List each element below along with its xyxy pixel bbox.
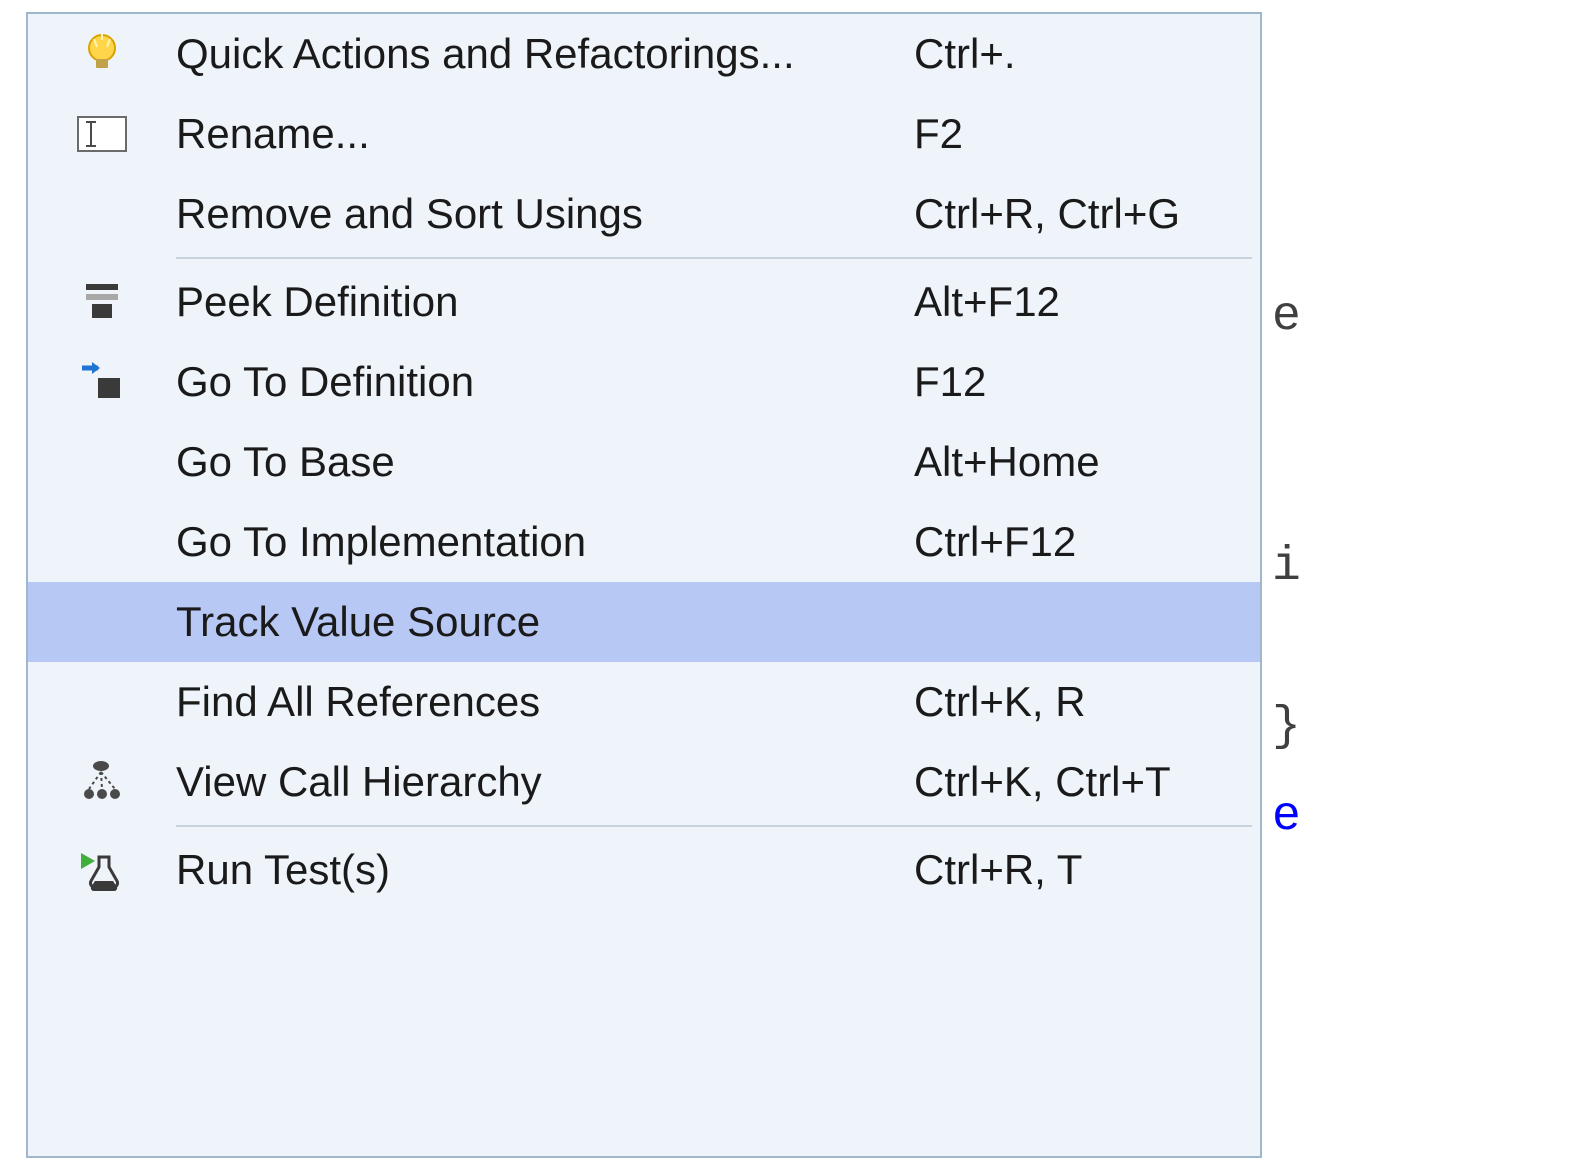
peek-definition-icon: [28, 262, 176, 342]
menu-item-shortcut: F2: [914, 110, 1260, 158]
editor-context-menu[interactable]: Quick Actions and Refactorings... Ctrl+.…: [26, 12, 1262, 1158]
menu-item-label: Go To Definition: [176, 358, 914, 406]
menu-item-peek-definition[interactable]: Peek Definition Alt+F12: [28, 262, 1260, 342]
menu-item-shortcut: Ctrl+R, Ctrl+G: [914, 190, 1260, 238]
code-fragment: }: [1272, 700, 1301, 754]
code-fragment: i: [1272, 540, 1301, 594]
menu-item-shortcut: Ctrl+F12: [914, 518, 1260, 566]
menu-item-label: Run Test(s): [176, 846, 914, 894]
menu-item-label: Rename...: [176, 110, 914, 158]
menu-item-remove-sort-usings[interactable]: Remove and Sort Usings Ctrl+R, Ctrl+G: [28, 174, 1260, 254]
go-to-definition-icon: [28, 342, 176, 422]
menu-item-rename[interactable]: Rename... F2: [28, 94, 1260, 174]
blank-icon: [28, 174, 176, 254]
menu-item-shortcut: Ctrl+K, Ctrl+T: [914, 758, 1260, 806]
menu-item-label: Quick Actions and Refactorings...: [176, 30, 914, 78]
rename-icon: [28, 94, 176, 174]
blank-icon: [28, 582, 176, 662]
menu-item-shortcut: Ctrl+K, R: [914, 678, 1260, 726]
menu-item-label: Peek Definition: [176, 278, 914, 326]
menu-item-quick-actions[interactable]: Quick Actions and Refactorings... Ctrl+.: [28, 14, 1260, 94]
menu-item-go-to-definition[interactable]: Go To Definition F12: [28, 342, 1260, 422]
blank-icon: [28, 662, 176, 742]
menu-item-label: Go To Base: [176, 438, 914, 486]
menu-item-label: Remove and Sort Usings: [176, 190, 914, 238]
run-tests-icon: [28, 830, 176, 910]
menu-item-label: Go To Implementation: [176, 518, 914, 566]
menu-item-go-to-base[interactable]: Go To Base Alt+Home: [28, 422, 1260, 502]
menu-item-label: View Call Hierarchy: [176, 758, 914, 806]
menu-item-run-tests[interactable]: Run Test(s) Ctrl+R, T: [28, 830, 1260, 910]
call-hierarchy-icon: [28, 742, 176, 822]
menu-item-shortcut: Ctrl+.: [914, 30, 1260, 78]
menu-item-find-all-references[interactable]: Find All References Ctrl+K, R: [28, 662, 1260, 742]
menu-item-go-to-implementation[interactable]: Go To Implementation Ctrl+F12: [28, 502, 1260, 582]
code-fragment: e: [1272, 290, 1301, 344]
blank-icon: [28, 422, 176, 502]
menu-item-shortcut: Ctrl+R, T: [914, 846, 1260, 894]
menu-item-label: Track Value Source: [176, 598, 914, 646]
blank-icon: [28, 502, 176, 582]
menu-item-track-value-source[interactable]: Track Value Source: [28, 582, 1260, 662]
menu-item-shortcut: Alt+Home: [914, 438, 1260, 486]
lightbulb-icon: [28, 14, 176, 94]
menu-item-label: Find All References: [176, 678, 914, 726]
menu-item-view-call-hierarchy[interactable]: View Call Hierarchy Ctrl+K, Ctrl+T: [28, 742, 1260, 822]
menu-item-shortcut: Alt+F12: [914, 278, 1260, 326]
code-fragment: e: [1272, 790, 1301, 844]
menu-separator: [28, 254, 1260, 262]
menu-separator: [28, 822, 1260, 830]
menu-item-shortcut: F12: [914, 358, 1260, 406]
